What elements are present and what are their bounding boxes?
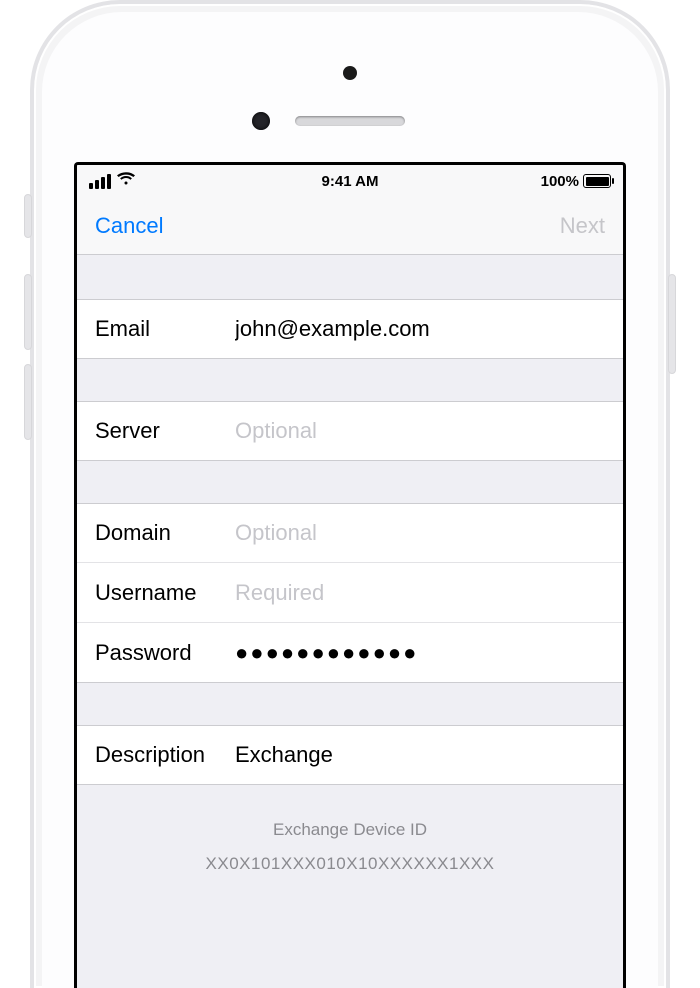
password-row[interactable]: Password ●●●●●●●●●●●● <box>77 623 623 683</box>
email-field[interactable] <box>235 316 605 342</box>
device-id-title: Exchange Device ID <box>77 813 623 847</box>
email-group: Email <box>77 299 623 359</box>
username-label: Username <box>95 580 235 606</box>
proximity-sensor <box>343 66 357 80</box>
credentials-group: Domain Username Password ●●●●●●●●●●●● <box>77 503 623 683</box>
domain-field[interactable] <box>235 520 605 546</box>
description-row[interactable]: Description <box>77 725 623 785</box>
device-id-value: XX0X101XXX010X10XXXXXX1XXX <box>77 847 623 881</box>
email-label: Email <box>95 316 235 342</box>
earpiece-speaker <box>295 116 405 126</box>
cancel-button[interactable]: Cancel <box>95 213 163 239</box>
front-camera <box>252 112 270 130</box>
cellular-signal-icon <box>89 174 111 189</box>
password-field[interactable]: ●●●●●●●●●●●● <box>235 640 418 666</box>
mute-switch <box>24 194 32 238</box>
domain-row[interactable]: Domain <box>77 503 623 563</box>
power-button <box>668 274 676 374</box>
server-row[interactable]: Server <box>77 401 623 461</box>
status-time: 9:41 AM <box>322 173 379 190</box>
server-group: Server <box>77 401 623 461</box>
description-group: Description <box>77 725 623 785</box>
next-button[interactable]: Next <box>560 213 605 239</box>
volume-down-button <box>24 364 32 440</box>
device-id-footer: Exchange Device ID XX0X101XXX010X10XXXXX… <box>77 785 623 881</box>
server-field[interactable] <box>235 418 605 444</box>
device-frame: 9:41 AM 100% Cancel Next Email <box>30 0 670 988</box>
battery-icon <box>583 174 611 188</box>
server-label: Server <box>95 418 235 444</box>
username-field[interactable] <box>235 580 605 606</box>
description-label: Description <box>95 742 235 768</box>
password-label: Password <box>95 640 235 666</box>
battery-percent: 100% <box>541 173 579 190</box>
volume-up-button <box>24 274 32 350</box>
wifi-icon <box>117 172 135 190</box>
form-content: Email Server Domain <box>77 255 623 988</box>
username-row[interactable]: Username <box>77 563 623 623</box>
email-row[interactable]: Email <box>77 299 623 359</box>
domain-label: Domain <box>95 520 235 546</box>
status-bar: 9:41 AM 100% <box>77 165 623 197</box>
description-field[interactable] <box>235 742 605 768</box>
nav-bar: Cancel Next <box>77 197 623 255</box>
screen: 9:41 AM 100% Cancel Next Email <box>74 162 626 988</box>
